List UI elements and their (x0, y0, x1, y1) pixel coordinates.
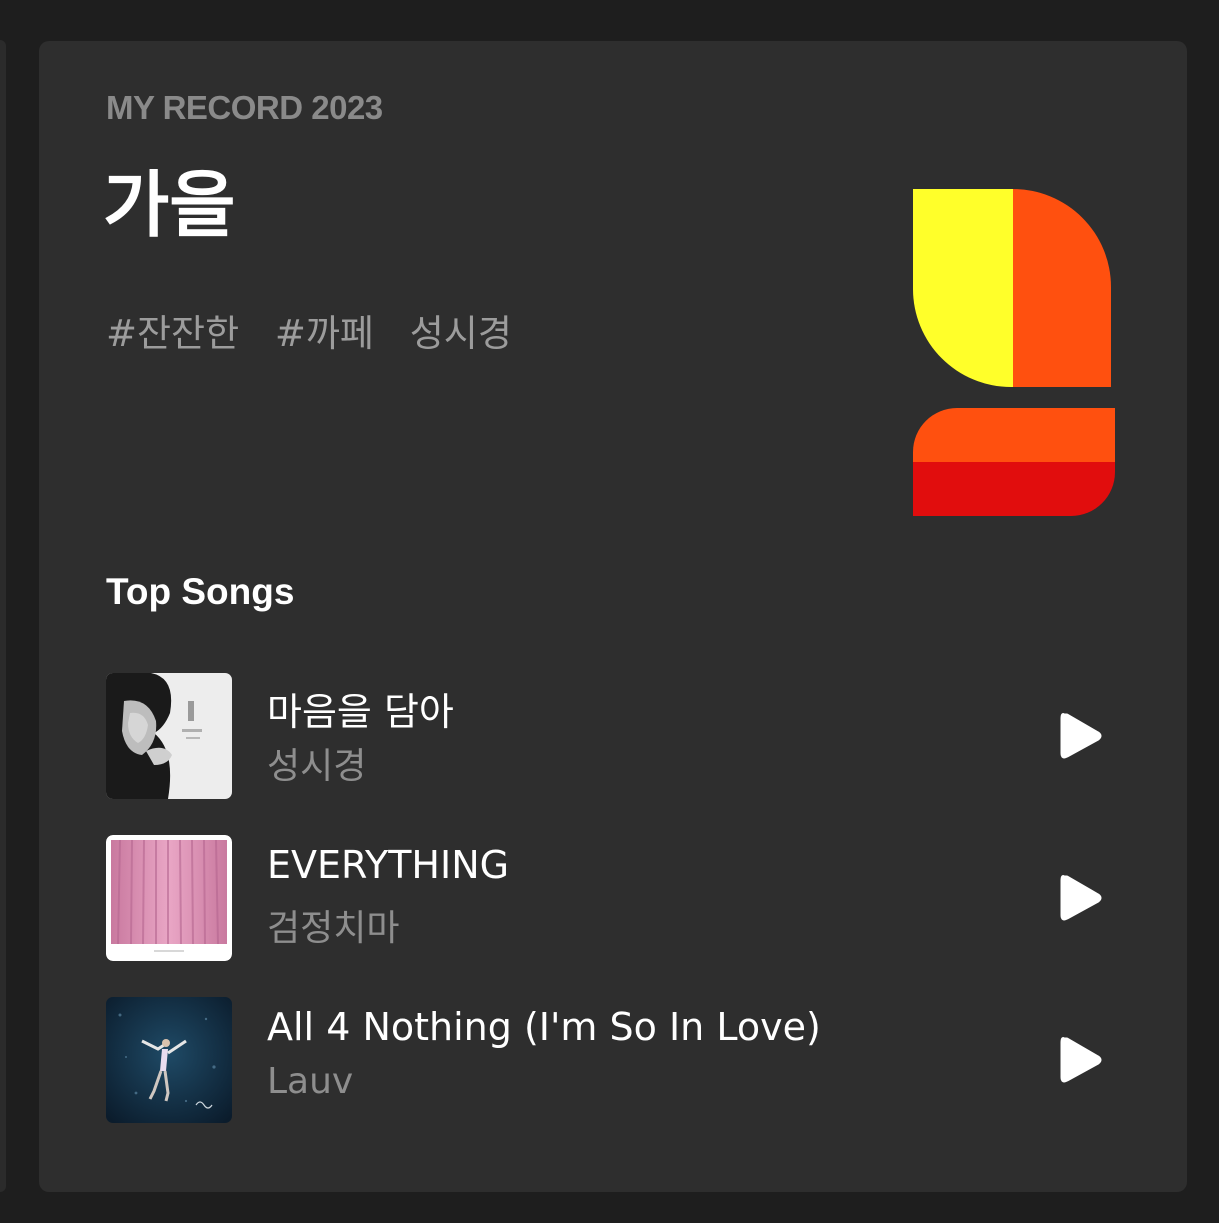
song-artist: 성시경 (267, 746, 367, 787)
top-songs-heading: Top Songs (106, 571, 295, 612)
season-logo-icon (913, 189, 1115, 516)
play-icon[interactable] (1058, 1035, 1102, 1085)
song-artist: 검정치마 (267, 908, 400, 949)
tag-item: #까페 (274, 312, 374, 355)
song-title: All 4 Nothing (I'm So In Love) (267, 1005, 821, 1049)
tag-item: #잔잔한 (106, 312, 240, 355)
song-row[interactable]: All 4 Nothing (I'm So In Love) Lauv (106, 997, 1126, 1123)
tag-item: 성시경 (409, 312, 512, 355)
song-row[interactable]: 마음을 담아 성시경 (106, 673, 1126, 799)
logo-orange-petal (1013, 189, 1111, 387)
play-icon[interactable] (1058, 873, 1102, 923)
album-cover-portrait (106, 673, 232, 799)
logo-red-band (913, 462, 1115, 516)
play-icon[interactable] (1058, 711, 1102, 761)
album-cover-pink-curtain (106, 835, 232, 961)
song-row[interactable]: EVERYTHING 검정치마 (106, 835, 1126, 961)
song-title: 마음을 담아 (267, 690, 454, 734)
previous-card-edge (0, 40, 6, 1192)
season-title: 가을 (103, 163, 236, 247)
record-year-label: MY RECORD 2023 (106, 89, 383, 126)
tag-list: #잔잔한 #까페 성시경 (106, 303, 536, 357)
top-songs-list: 마음을 담아 성시경 EVERYTHING 검정치마 All 4 Nothing… (106, 673, 1126, 1159)
album-cover-floating-figure (106, 997, 232, 1123)
song-artist: Lauv (267, 1061, 354, 1102)
record-card: MY RECORD 2023 가을 #잔잔한 #까페 성시경 Top Songs (39, 41, 1187, 1192)
song-title: EVERYTHING (267, 843, 510, 887)
logo-yellow-petal (913, 189, 1013, 387)
logo-orange-band (913, 408, 1115, 462)
